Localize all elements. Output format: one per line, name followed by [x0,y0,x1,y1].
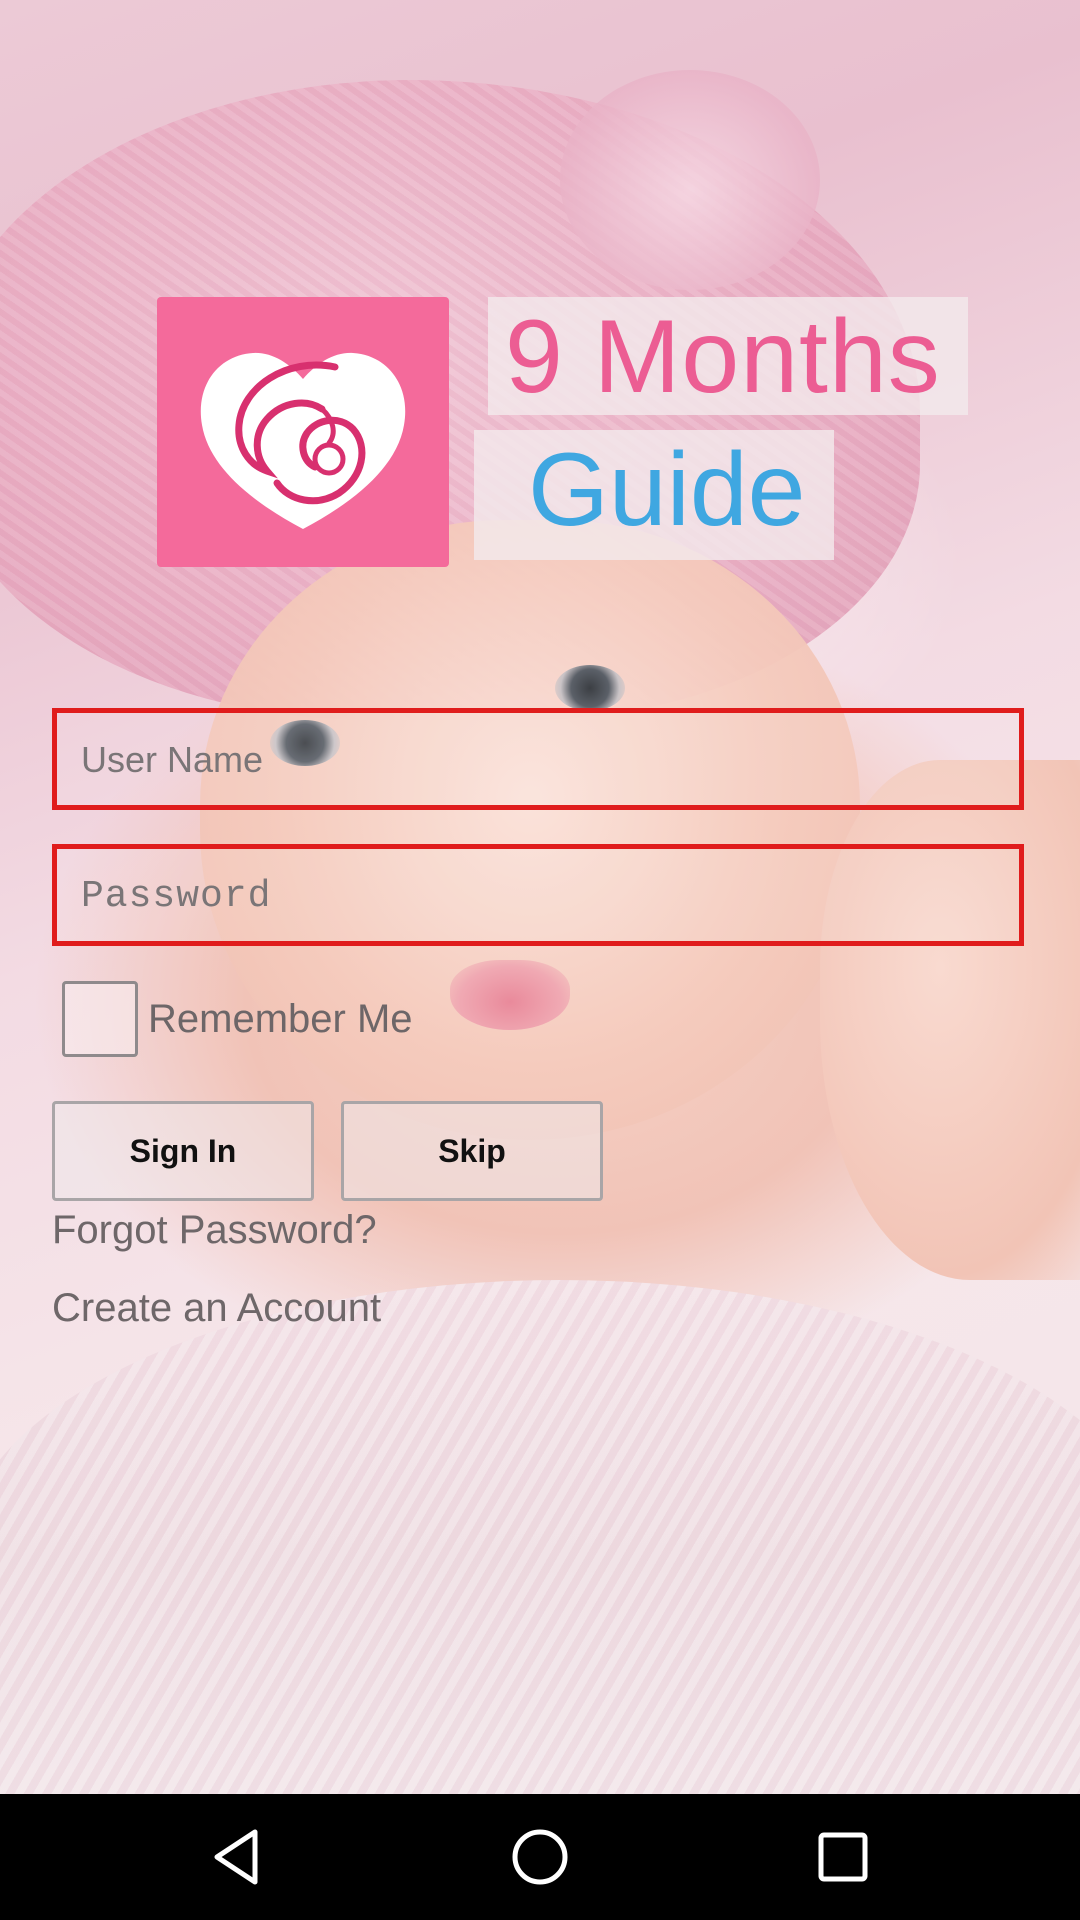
username-field[interactable] [52,708,1024,810]
system-navigation-bar [0,1794,1080,1920]
app-title-line2: Guide [528,432,806,548]
back-button[interactable] [203,1822,273,1892]
hat-ear [560,70,820,290]
create-account-link[interactable]: Create an Account [52,1286,381,1331]
back-triangle-icon [203,1829,273,1896]
remember-me-label: Remember Me [148,996,413,1041]
password-input[interactable] [79,849,1003,943]
recents-square-icon [808,1832,878,1896]
remember-me-checkbox[interactable] [62,981,138,1057]
password-field[interactable] [52,844,1024,946]
knit-blanket [0,1280,1080,1794]
baby-eye-right [555,665,625,711]
home-circle-icon [505,1829,575,1896]
app-title-line1: 9 Months [505,299,941,415]
login-screen: 9 Months Guide Remember Me Sign In Skip … [0,0,1080,1920]
home-button[interactable] [505,1822,575,1892]
remember-me-row[interactable]: Remember Me [62,980,413,1058]
forgot-password-link[interactable]: Forgot Password? [52,1208,377,1253]
skip-button[interactable]: Skip [341,1101,603,1201]
recents-button[interactable] [808,1822,878,1892]
sign-in-button[interactable]: Sign In [52,1101,314,1201]
app-logo [157,297,449,567]
baby-arm [820,760,1080,1280]
username-input[interactable] [79,713,1003,807]
baby-mouth [450,960,570,1030]
